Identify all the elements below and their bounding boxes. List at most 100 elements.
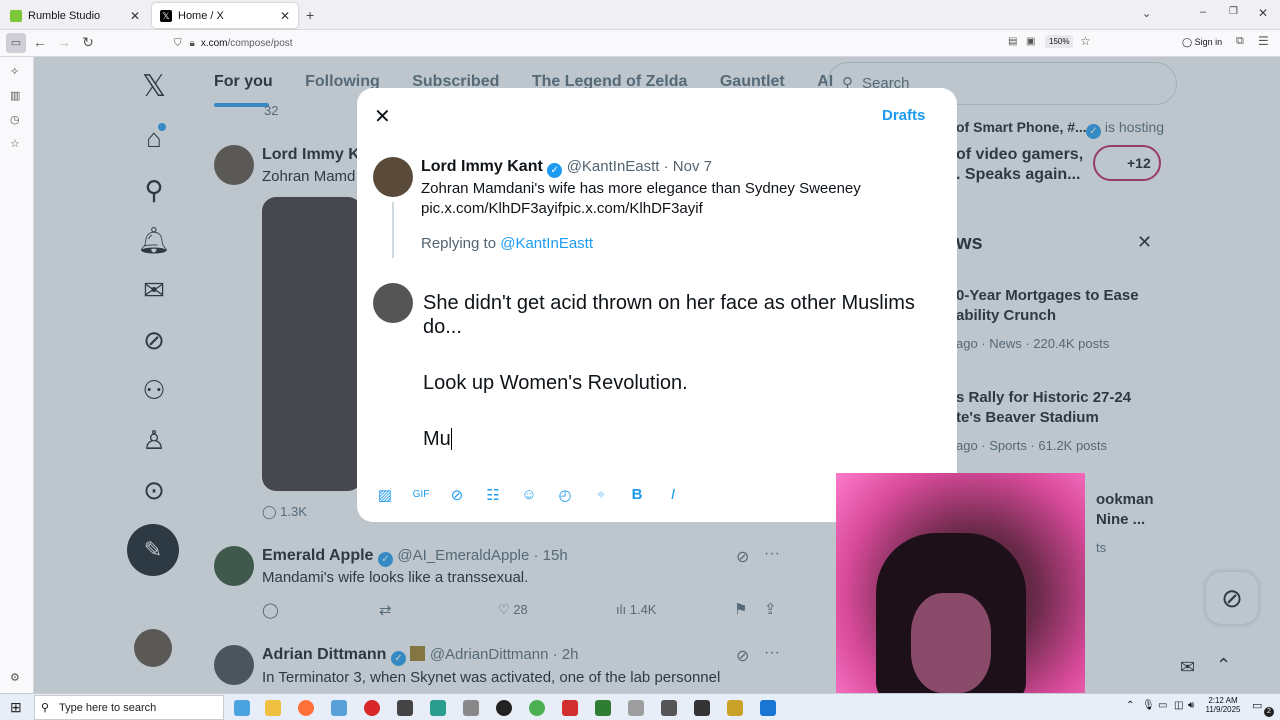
replying-to: Replying to @KantInEastt <box>421 235 593 252</box>
close-icon[interactable]: ✕ <box>130 9 140 23</box>
settings-icon[interactable]: ⚙ <box>10 671 20 684</box>
close-icon[interactable]: ✕ <box>374 104 391 129</box>
obs-icon[interactable] <box>496 700 512 716</box>
tab-rumble-studio[interactable]: Rumble Studio ✕ <box>2 3 148 28</box>
app-icon[interactable] <box>529 700 545 716</box>
account-icon: ◯ <box>1182 37 1195 47</box>
reader-view-icon[interactable]: ▤ <box>1008 36 1017 47</box>
compose-modal: ✕ Drafts Lord Immy Kant ✓ @KantInEastt ·… <box>357 88 957 522</box>
app-icon[interactable] <box>364 700 380 716</box>
app-icon[interactable] <box>562 700 578 716</box>
app-icon[interactable] <box>760 700 776 716</box>
thread-line <box>392 202 394 258</box>
verified-badge-icon: ✓ <box>547 163 563 178</box>
replying-label: Replying to <box>421 235 497 252</box>
quoted-handle[interactable]: @KantInEastt · Nov 7 <box>567 158 712 175</box>
close-window-icon[interactable]: ✕ <box>1258 6 1268 20</box>
app-icon[interactable] <box>595 700 611 716</box>
app-icon[interactable] <box>463 700 479 716</box>
synced-tabs-icon[interactable]: ▥ <box>10 89 20 102</box>
bold-icon[interactable]: B <box>627 486 647 503</box>
italic-icon[interactable]: I <box>663 486 683 503</box>
bookmarks-icon[interactable]: ☆ <box>10 137 20 150</box>
notification-count: 2 <box>1264 707 1274 717</box>
location-icon[interactable]: ⌖ <box>591 486 611 503</box>
mic-icon[interactable]: 🎙︎ <box>1142 700 1155 711</box>
rumble-icon <box>10 9 22 22</box>
draft-line: Look up Women's Revolution. <box>423 372 688 394</box>
quoted-link[interactable]: pic.x.com/KlhDF3ayifpic.x.com/KlhDF3ayif <box>421 200 703 217</box>
windows-start-icon[interactable]: ⊞ <box>10 699 22 716</box>
back-icon[interactable]: ← <box>30 34 50 50</box>
new-tab-icon[interactable]: + <box>306 7 314 23</box>
poll-icon[interactable]: ☷ <box>483 486 503 504</box>
taskbar: ⊞ ⚲ Type here to search ⌃ 🎙︎ ▭ ◫ 🔊︎ 2:12… <box>0 693 1280 720</box>
grok-icon[interactable]: ⊘ <box>447 486 467 504</box>
clock[interactable]: 2:12 AM 11/9/2025 <box>1205 696 1241 714</box>
quoted-avatar[interactable] <box>373 157 413 197</box>
tray-chevron-icon[interactable]: ⌃ <box>1126 700 1134 711</box>
notifications-icon[interactable]: ▭ <box>1252 699 1262 712</box>
sign-in-label: Sign in <box>1194 37 1223 47</box>
app-icon[interactable] <box>430 700 446 716</box>
tab-label: Home / X <box>178 9 224 22</box>
browser-tab-bar: Rumble Studio ✕ 𝕏 Home / X ✕ + ⌄ – ❐ ✕ <box>0 0 1280 30</box>
browser-nav-bar: ▭ ← → ↻ ⛉ 🔒︎ x.com/compose/post ▤ ▣ 150%… <box>0 30 1280 57</box>
taskbar-search-placeholder: Type here to search <box>59 702 157 714</box>
quoted-text: Zohran Mamdani's wife has more elegance … <box>421 180 861 197</box>
file-explorer-icon[interactable] <box>265 700 281 716</box>
clock-time: 2:12 AM <box>1208 696 1238 705</box>
user-avatar[interactable] <box>373 283 413 323</box>
quoted-name[interactable]: Lord Immy Kant <box>421 158 543 175</box>
sidebar-toggle-icon[interactable]: ▭ <box>6 33 26 53</box>
app-icon[interactable] <box>727 700 743 716</box>
forward-icon[interactable]: → <box>54 34 74 50</box>
volume-icon[interactable]: 🔊︎ <box>1188 700 1194 711</box>
reload-icon[interactable]: ↻ <box>78 34 98 51</box>
lock-icon: 🔒︎ <box>189 38 195 49</box>
tab-home-x[interactable]: 𝕏 Home / X ✕ <box>152 3 298 28</box>
app-icon[interactable] <box>694 700 710 716</box>
image-icon[interactable]: ▨ <box>375 486 395 504</box>
url-host: x.com <box>200 38 228 49</box>
app-icon[interactable] <box>397 700 413 716</box>
tab-label: Rumble Studio <box>28 9 101 22</box>
network-status-icon[interactable]: ◫ <box>1174 700 1183 711</box>
clock-date: 11/9/2025 <box>1205 705 1241 714</box>
close-icon[interactable]: ✕ <box>280 9 290 23</box>
firefox-icon[interactable] <box>298 700 314 716</box>
ai-chat-icon[interactable]: ✧ <box>10 65 19 78</box>
replying-handle[interactable]: @KantInEastt <box>500 235 593 252</box>
gif-icon[interactable]: GIF <box>411 489 431 500</box>
zoom-level[interactable]: 150% <box>1045 35 1074 48</box>
url-bar[interactable]: ⛉ 🔒︎ x.com/compose/post <box>174 33 1104 54</box>
drafts-button[interactable]: Drafts <box>882 107 925 124</box>
app-icon[interactable] <box>628 700 644 716</box>
emoji-icon[interactable]: ☺ <box>519 486 539 503</box>
draft-line: She didn't get acid thrown on her face a… <box>423 292 915 314</box>
schedule-icon[interactable]: ◴ <box>555 486 575 504</box>
webcam-overlay <box>836 473 1085 693</box>
extensions-icon[interactable]: ⧉ <box>1236 35 1244 48</box>
reply-textarea[interactable]: She didn't get acid thrown on her face a… <box>423 291 943 451</box>
task-view-icon[interactable] <box>234 700 250 716</box>
restore-icon[interactable]: ❐ <box>1229 6 1238 17</box>
menu-icon[interactable]: ☰ <box>1258 34 1269 48</box>
sign-in-button[interactable]: ◯ Sign in <box>1182 37 1222 48</box>
minimize-icon[interactable]: – <box>1200 6 1206 18</box>
draft-line: Mu <box>423 428 451 450</box>
taskbar-search[interactable]: ⚲ Type here to search <box>34 695 224 720</box>
history-icon[interactable]: ◷ <box>10 113 20 126</box>
bookmark-star-icon[interactable]: ☆ <box>1080 34 1091 48</box>
url-path: /compose/post <box>227 38 293 49</box>
screenshot-icon[interactable]: ▣ <box>1026 36 1035 47</box>
draft-line: do... <box>423 316 462 338</box>
network-icon[interactable]: ▭ <box>1158 700 1167 711</box>
webcam-face <box>911 593 991 693</box>
quoted-author: Lord Immy Kant ✓ @KantInEastt · Nov 7 <box>421 158 712 178</box>
app-icon[interactable] <box>661 700 677 716</box>
chevron-down-icon[interactable]: ⌄ <box>1142 7 1151 20</box>
app-icon[interactable] <box>331 700 347 716</box>
x-logo-icon: 𝕏 <box>160 9 172 22</box>
search-icon: ⚲ <box>41 702 50 714</box>
